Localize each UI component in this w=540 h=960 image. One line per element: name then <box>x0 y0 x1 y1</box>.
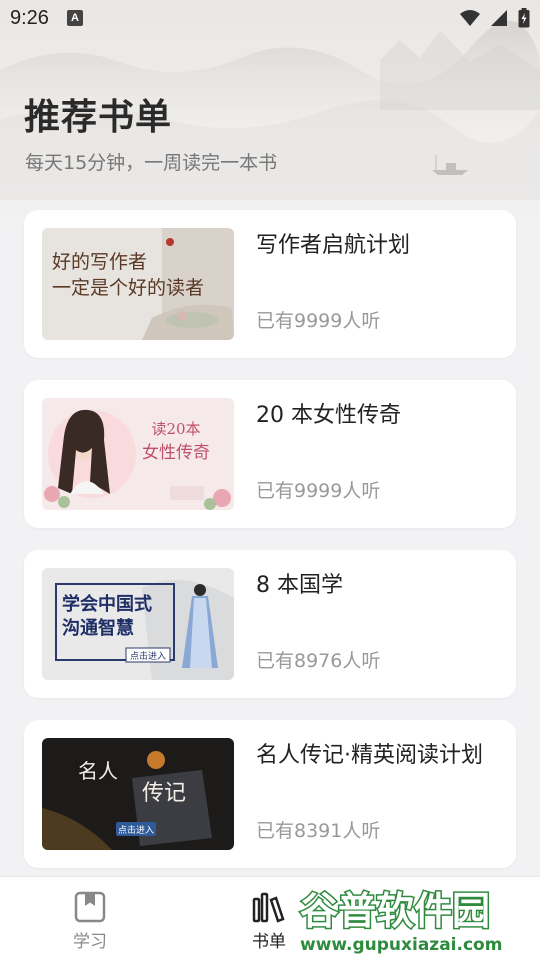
cover-button-text: 点击进入 <box>130 650 166 662</box>
status-bar: 9:26 A <box>0 0 540 36</box>
booklist-list: 好的写作者 一定是个好的读者 写作者启航计划 已有9999人听 读20本 女性传… <box>24 210 516 890</box>
booklist-card-biography[interactable]: 名人 传记 点击进入 名人传记·精英阅读计划 已有8391人听 <box>24 720 516 868</box>
booklist-title: 8 本国学 <box>256 573 343 598</box>
cover-text-line2: 沟通智慧 <box>62 617 134 639</box>
bookshelf-icon <box>252 892 285 923</box>
tab-study[interactable]: 学习 <box>50 891 130 952</box>
booklist-cover-image: 学会中国式 沟通智慧 点击进入 <box>42 568 234 680</box>
cover-text-line1: 读20本 <box>151 420 200 438</box>
signal-icon <box>491 10 507 26</box>
notification-icon: A <box>66 10 83 26</box>
cover-button-text: 点击进入 <box>118 824 154 836</box>
booklist-cover-image: 读20本 女性传奇 <box>42 398 234 510</box>
booklist-title: 名人传记·精英阅读计划 <box>256 743 483 768</box>
bookmark-book-icon <box>74 891 106 923</box>
cover-text-line1: 好的写作者 <box>52 251 147 273</box>
listener-count: 已有9999人听 <box>256 480 381 502</box>
watermark-logo: 谷普软件园 www.gupuxiazai.com <box>296 880 540 956</box>
booklist-card-writer[interactable]: 好的写作者 一定是个好的读者 写作者启航计划 已有9999人听 <box>24 210 516 358</box>
booklist-title: 写作者启航计划 <box>256 233 411 258</box>
booklist-cover-image: 好的写作者 一定是个好的读者 <box>42 228 234 340</box>
cover-text-line2: 女性传奇 <box>142 443 210 463</box>
listener-count: 已有8391人听 <box>256 820 381 842</box>
listener-count: 已有9999人听 <box>256 310 381 332</box>
booklist-title: 20 本女性传奇 <box>256 403 401 428</box>
booklist-cover-image: 名人 传记 点击进入 <box>42 738 234 850</box>
booklist-card-women[interactable]: 读20本 女性传奇 20 本女性传奇 已有9999人听 <box>24 380 516 528</box>
page-title: 推荐书单 <box>24 97 173 138</box>
tab-study-label: 学习 <box>73 932 107 952</box>
cover-text-line2: 一定是个好的读者 <box>52 277 204 299</box>
cover-text-line1: 学会中国式 <box>62 593 152 615</box>
tab-booklist-label: 书单 <box>252 932 286 952</box>
watermark-text: 谷普软件园 <box>300 889 490 933</box>
booklist-card-guoxue[interactable]: 学会中国式 沟通智慧 点击进入 8 本国学 已有8976人听 <box>24 550 516 698</box>
wifi-icon <box>460 10 480 26</box>
listener-count: 已有8976人听 <box>256 650 381 672</box>
cover-text-line2: 传记 <box>142 781 186 806</box>
status-time: 9:26 <box>10 6 49 29</box>
watermark-url: www.gupuxiazai.com <box>300 935 502 955</box>
battery-charging-icon <box>518 8 530 28</box>
page-subtitle: 每天15分钟，一周读完一本书 <box>25 152 278 174</box>
status-indicators <box>460 8 530 28</box>
cover-text-line1: 名人 <box>78 759 118 783</box>
